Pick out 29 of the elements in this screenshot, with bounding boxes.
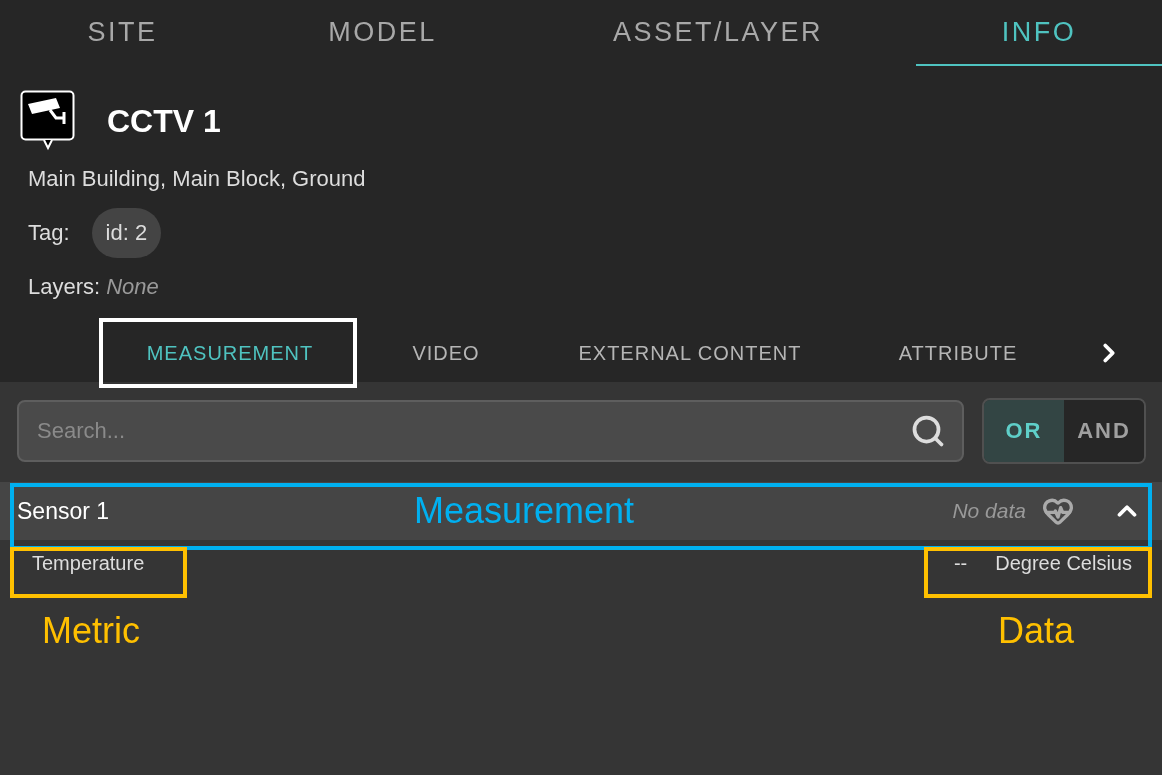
logic-toggle[interactable]: OR xyxy=(984,400,1064,462)
search-icon xyxy=(910,413,946,449)
annotation-label: Metric xyxy=(42,610,140,652)
search-bar[interactable]: Search... xyxy=(17,400,964,462)
nav-tab[interactable]: ASSET/LAYER xyxy=(520,0,916,66)
layers-label: Layers: xyxy=(28,274,101,300)
nav-tab[interactable]: SITE xyxy=(0,0,245,66)
asset-location: Main Building, Main Block, Ground xyxy=(27,166,367,192)
tag-label: Tag: xyxy=(28,220,70,246)
section-tab[interactable]: ATTRIBUTE xyxy=(848,324,1068,382)
metric-value: -- xyxy=(953,551,968,575)
metric-name: Temperature xyxy=(32,551,145,575)
metric-unit: Degree Celsius xyxy=(995,551,1132,575)
search-input[interactable]: Search... xyxy=(35,417,910,445)
layers-value: None xyxy=(106,274,159,300)
tag-chip: id: 2 xyxy=(91,208,162,258)
nav-tab[interactable]: INFO xyxy=(916,0,1162,66)
section-tab[interactable]: VIDEO xyxy=(360,324,532,382)
asset-title: CCTV 1 xyxy=(107,102,221,140)
annotation-label: Data xyxy=(998,610,1075,652)
sensor-status: No data xyxy=(952,499,1026,523)
sensor-name: Sensor 1 xyxy=(17,497,110,525)
logic-toggle[interactable]: AND xyxy=(1064,400,1144,462)
section-tab[interactable]: MEASUREMENT xyxy=(100,324,360,382)
cctv-camera-icon xyxy=(20,90,75,152)
sensor-row[interactable]: Sensor 1 Measurement No data xyxy=(0,482,1162,540)
annotation-label: Measurement xyxy=(414,490,635,532)
section-tab[interactable]: EXTERNAL CONTENT xyxy=(532,324,848,382)
nav-tab[interactable]: MODEL xyxy=(245,0,520,66)
